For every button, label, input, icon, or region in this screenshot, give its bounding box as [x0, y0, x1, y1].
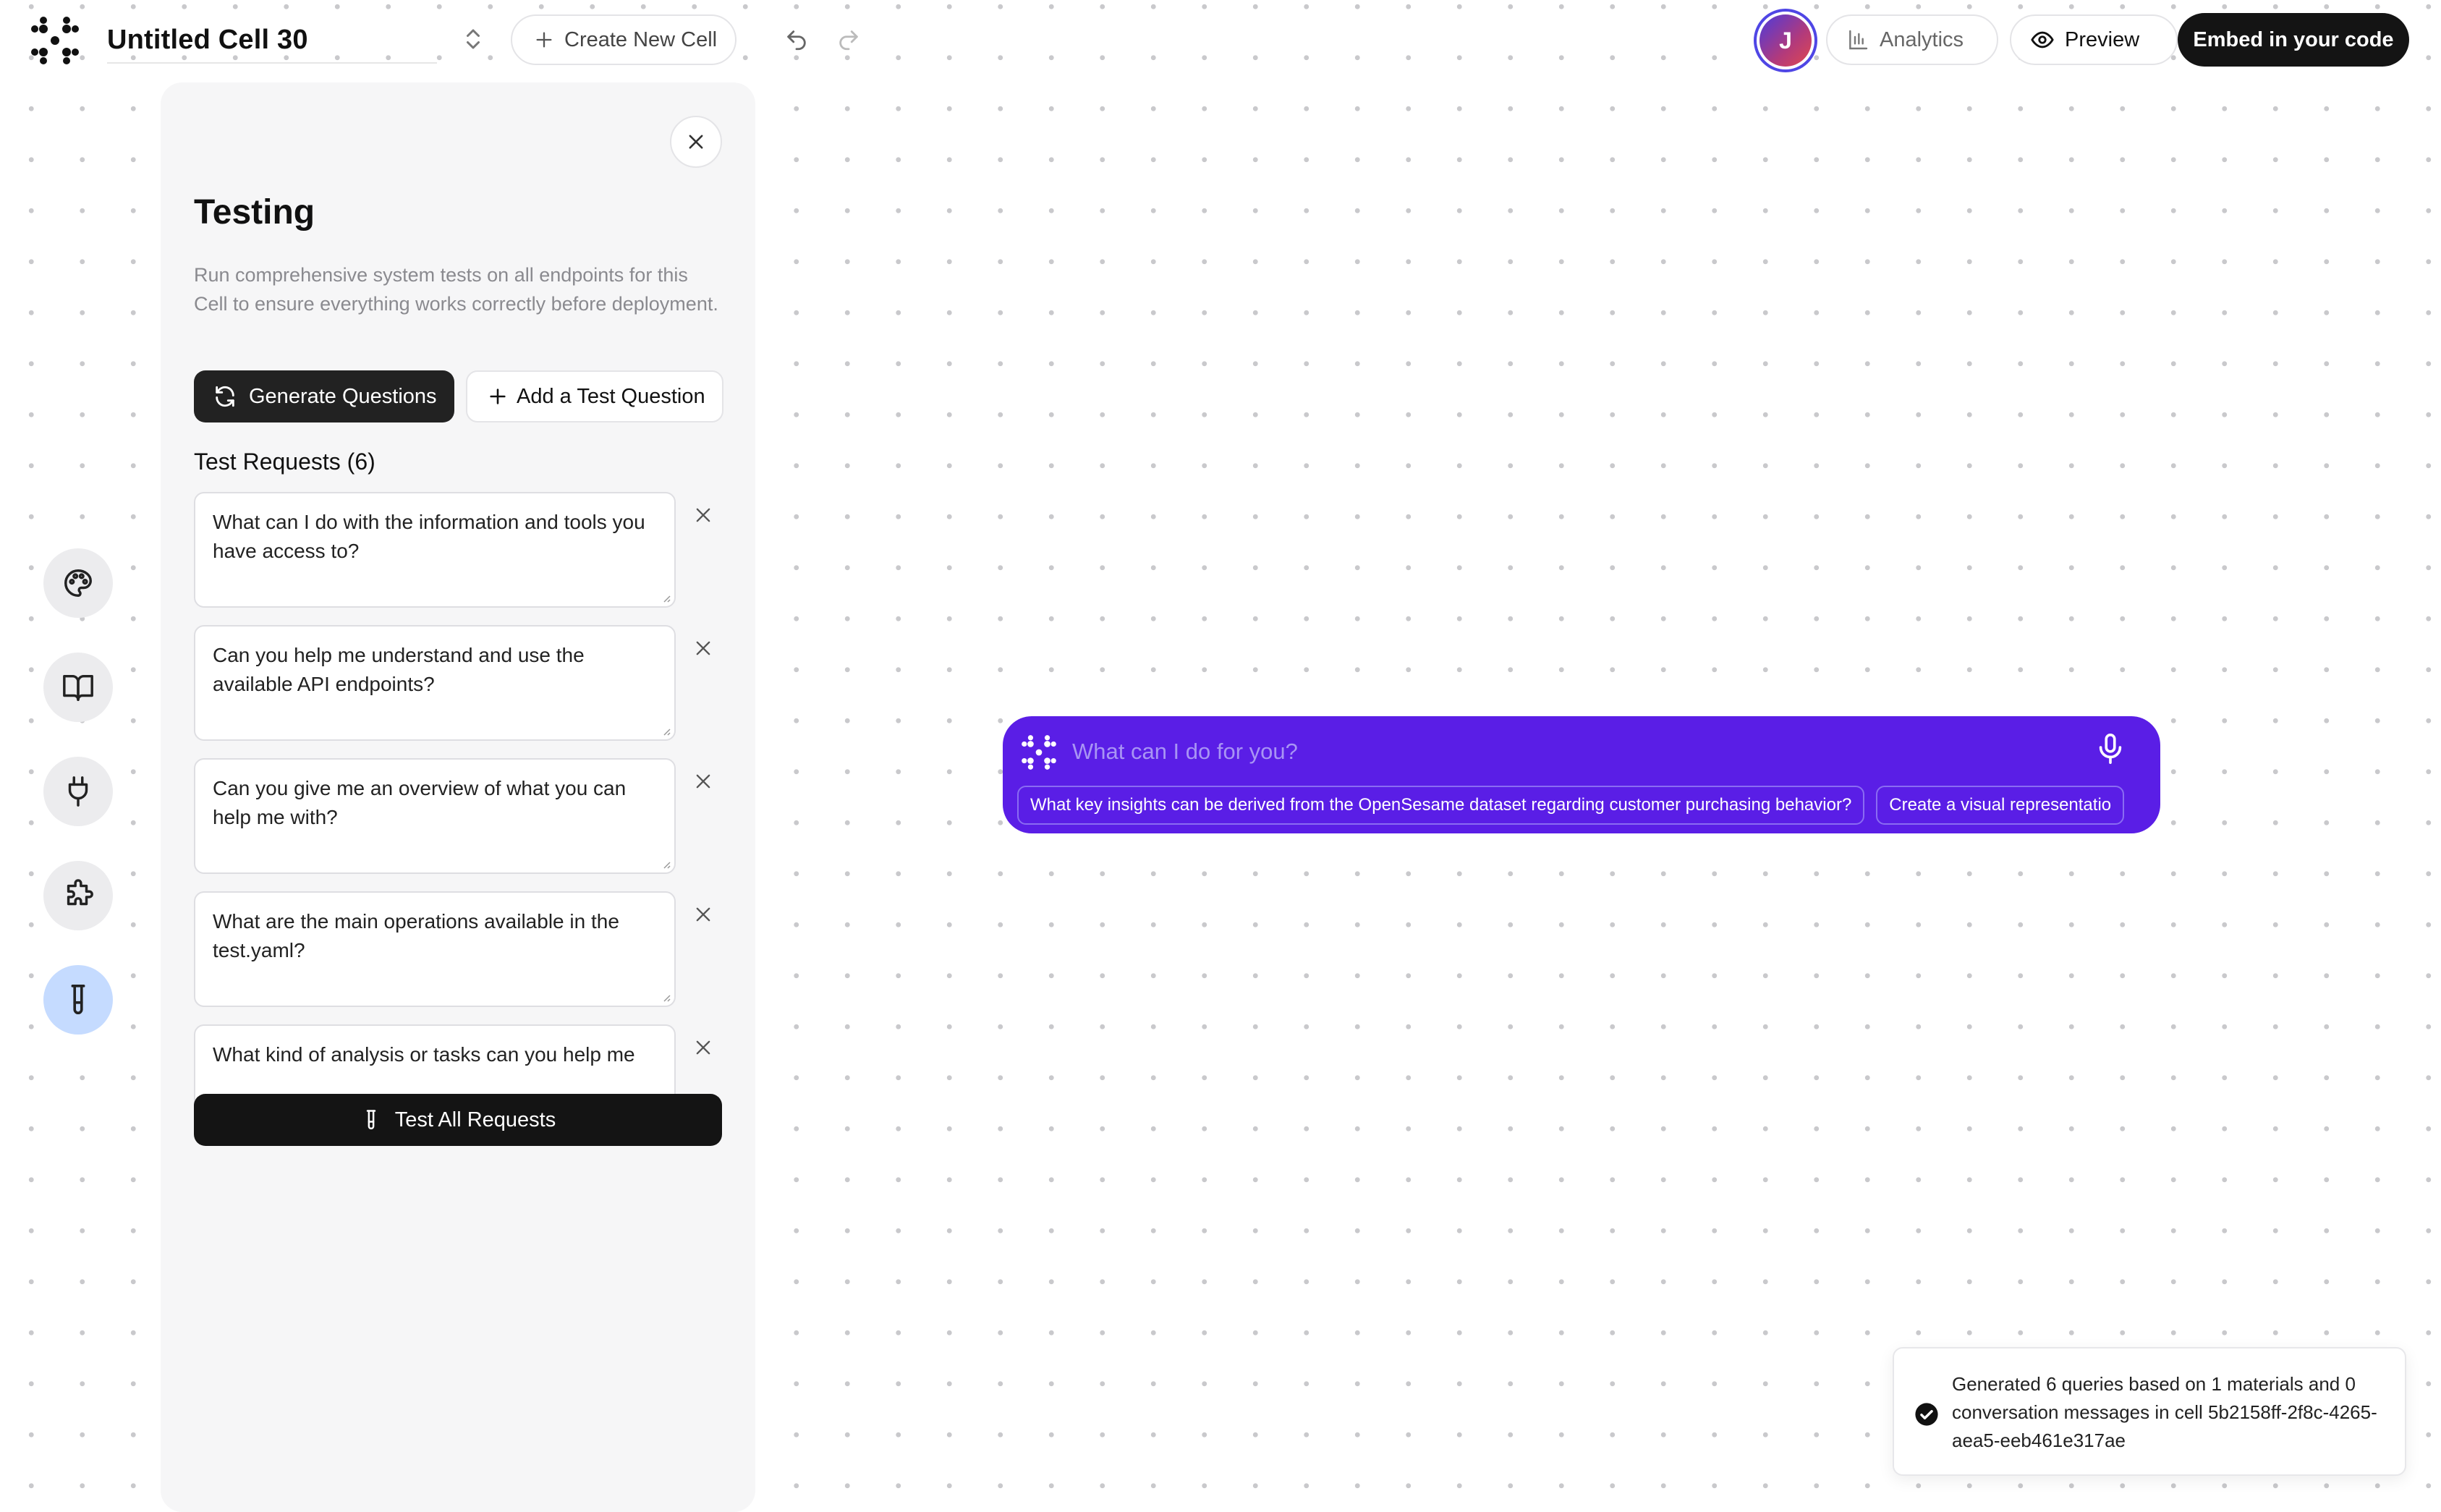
avatar-initial: J: [1759, 14, 1812, 67]
rail-item-design[interactable]: [43, 548, 113, 618]
plus-icon: [488, 386, 508, 407]
add-test-question-button[interactable]: Add a Test Question: [466, 370, 723, 422]
resize-grip-icon[interactable]: [660, 858, 671, 870]
top-bar: Untitled Cell 30 Create New Cell J Analy…: [0, 0, 2441, 81]
suggestion-chip[interactable]: What key insights can be derived from th…: [1017, 786, 1865, 825]
panel-description: Run comprehensive system tests on all en…: [194, 264, 718, 315]
refresh-icon: [213, 384, 237, 409]
check-circle-icon: [1914, 1402, 1939, 1427]
add-test-question-label: Add a Test Question: [517, 384, 705, 408]
test-tube-icon: [61, 983, 95, 1016]
remove-request-icon[interactable]: [693, 1037, 713, 1058]
close-panel-button[interactable]: [670, 116, 722, 168]
test-request-text: What kind of analysis or tasks can you h…: [213, 1043, 635, 1066]
plug-icon: [61, 775, 95, 808]
test-request-textarea[interactable]: Can you give me an overview of what you …: [194, 758, 676, 874]
test-request-text: Can you give me an overview of what you …: [213, 777, 627, 828]
eye-icon: [2030, 27, 2055, 52]
microphone-icon[interactable]: [2094, 732, 2127, 768]
remove-request-icon[interactable]: [693, 771, 713, 791]
close-icon: [686, 132, 706, 152]
test-request-text: What are the main operations available i…: [213, 910, 619, 961]
analytics-button[interactable]: Analytics: [1826, 14, 1998, 65]
cell-title-input[interactable]: Untitled Cell 30: [107, 20, 437, 64]
toast-message: Generated 6 queries based on 1 materials…: [1952, 1373, 2377, 1451]
test-requests-list[interactable]: What can I do with the information and t…: [194, 492, 729, 1152]
puzzle-icon: [61, 879, 95, 912]
create-new-cell-button[interactable]: Create New Cell: [511, 14, 736, 65]
panel-title: Testing: [194, 193, 315, 232]
test-all-requests-label: Test All Requests: [394, 1108, 556, 1131]
generate-questions-button[interactable]: Generate Questions: [194, 370, 454, 422]
chat-input[interactable]: [1072, 726, 2056, 777]
bar-chart-icon: [1846, 28, 1869, 51]
test-request-textarea[interactable]: What are the main operations available i…: [194, 891, 676, 1007]
plus-icon: [534, 30, 554, 50]
test-request-text: What can I do with the information and t…: [213, 511, 645, 562]
test-request-text: Can you help me understand and use the a…: [213, 644, 585, 695]
preview-button[interactable]: Preview: [2010, 14, 2178, 65]
user-avatar[interactable]: J: [1754, 9, 1817, 72]
embed-code-button[interactable]: Embed in your code: [2178, 13, 2409, 67]
remove-request-icon[interactable]: [693, 505, 713, 525]
rail-item-extensions[interactable]: [43, 861, 113, 930]
rail-item-testing[interactable]: [43, 965, 113, 1035]
palette-icon: [61, 566, 95, 600]
resize-grip-icon[interactable]: [660, 725, 671, 736]
create-new-cell-label: Create New Cell: [564, 27, 718, 51]
testing-panel: Testing Run comprehensive system tests o…: [161, 82, 755, 1512]
test-all-requests-button[interactable]: Test All Requests: [194, 1094, 722, 1146]
rail-item-integrations[interactable]: [43, 757, 113, 826]
remove-request-icon[interactable]: [693, 904, 713, 925]
test-request-textarea[interactable]: What can I do with the information and t…: [194, 492, 676, 608]
app-logo-icon[interactable]: [29, 14, 81, 67]
suggestion-chips: What key insights can be derived from th…: [1017, 786, 2146, 826]
book-open-icon: [61, 671, 95, 704]
resize-grip-icon[interactable]: [660, 592, 671, 603]
test-request-textarea[interactable]: Can you help me understand and use the a…: [194, 625, 676, 741]
suggestion-chip[interactable]: Create a visual representatio: [1876, 786, 2125, 825]
undo-icon[interactable]: [784, 27, 809, 52]
remove-request-icon[interactable]: [693, 638, 713, 658]
test-requests-heading: Test Requests (6): [194, 449, 375, 475]
preview-label: Preview: [2065, 27, 2140, 51]
resize-grip-icon[interactable]: [660, 991, 671, 1003]
chevron-up-down-icon[interactable]: [460, 26, 486, 52]
test-request-item: What are the main operations available i…: [194, 891, 729, 1010]
test-request-item: Can you give me an overview of what you …: [194, 758, 729, 877]
generate-questions-label: Generate Questions: [249, 384, 437, 408]
chat-logo-icon: [1020, 734, 1058, 771]
test-request-item: Can you help me understand and use the a…: [194, 625, 729, 744]
analytics-label: Analytics: [1880, 27, 1964, 51]
test-tube-icon: [360, 1109, 382, 1131]
rail-item-knowledge[interactable]: [43, 653, 113, 722]
chat-widget: What key insights can be derived from th…: [1003, 716, 2160, 833]
test-request-item: What can I do with the information and t…: [194, 492, 729, 611]
redo-icon[interactable]: [836, 27, 861, 52]
notification-toast: Generated 6 queries based on 1 materials…: [1893, 1347, 2406, 1476]
